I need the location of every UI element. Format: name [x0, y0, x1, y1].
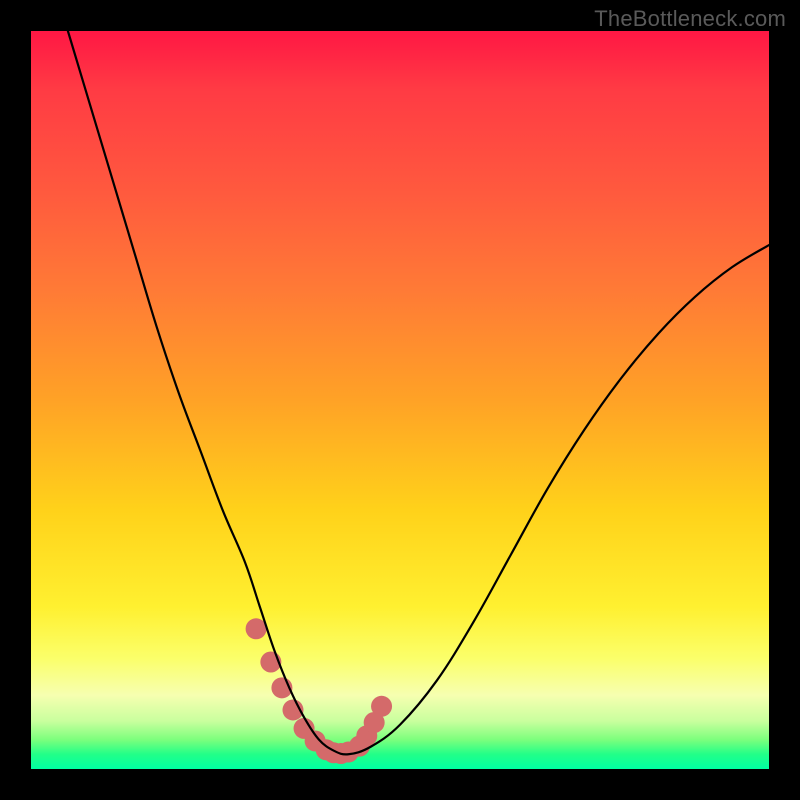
chart-frame: TheBottleneck.com: [0, 0, 800, 800]
chart-svg: [31, 31, 769, 769]
highlight-dot: [246, 618, 267, 639]
marker-group: [246, 618, 392, 764]
highlight-dot: [371, 696, 392, 717]
chart-plot-area: [31, 31, 769, 769]
watermark-text: TheBottleneck.com: [594, 6, 786, 32]
bottleneck-curve-path: [68, 31, 769, 754]
